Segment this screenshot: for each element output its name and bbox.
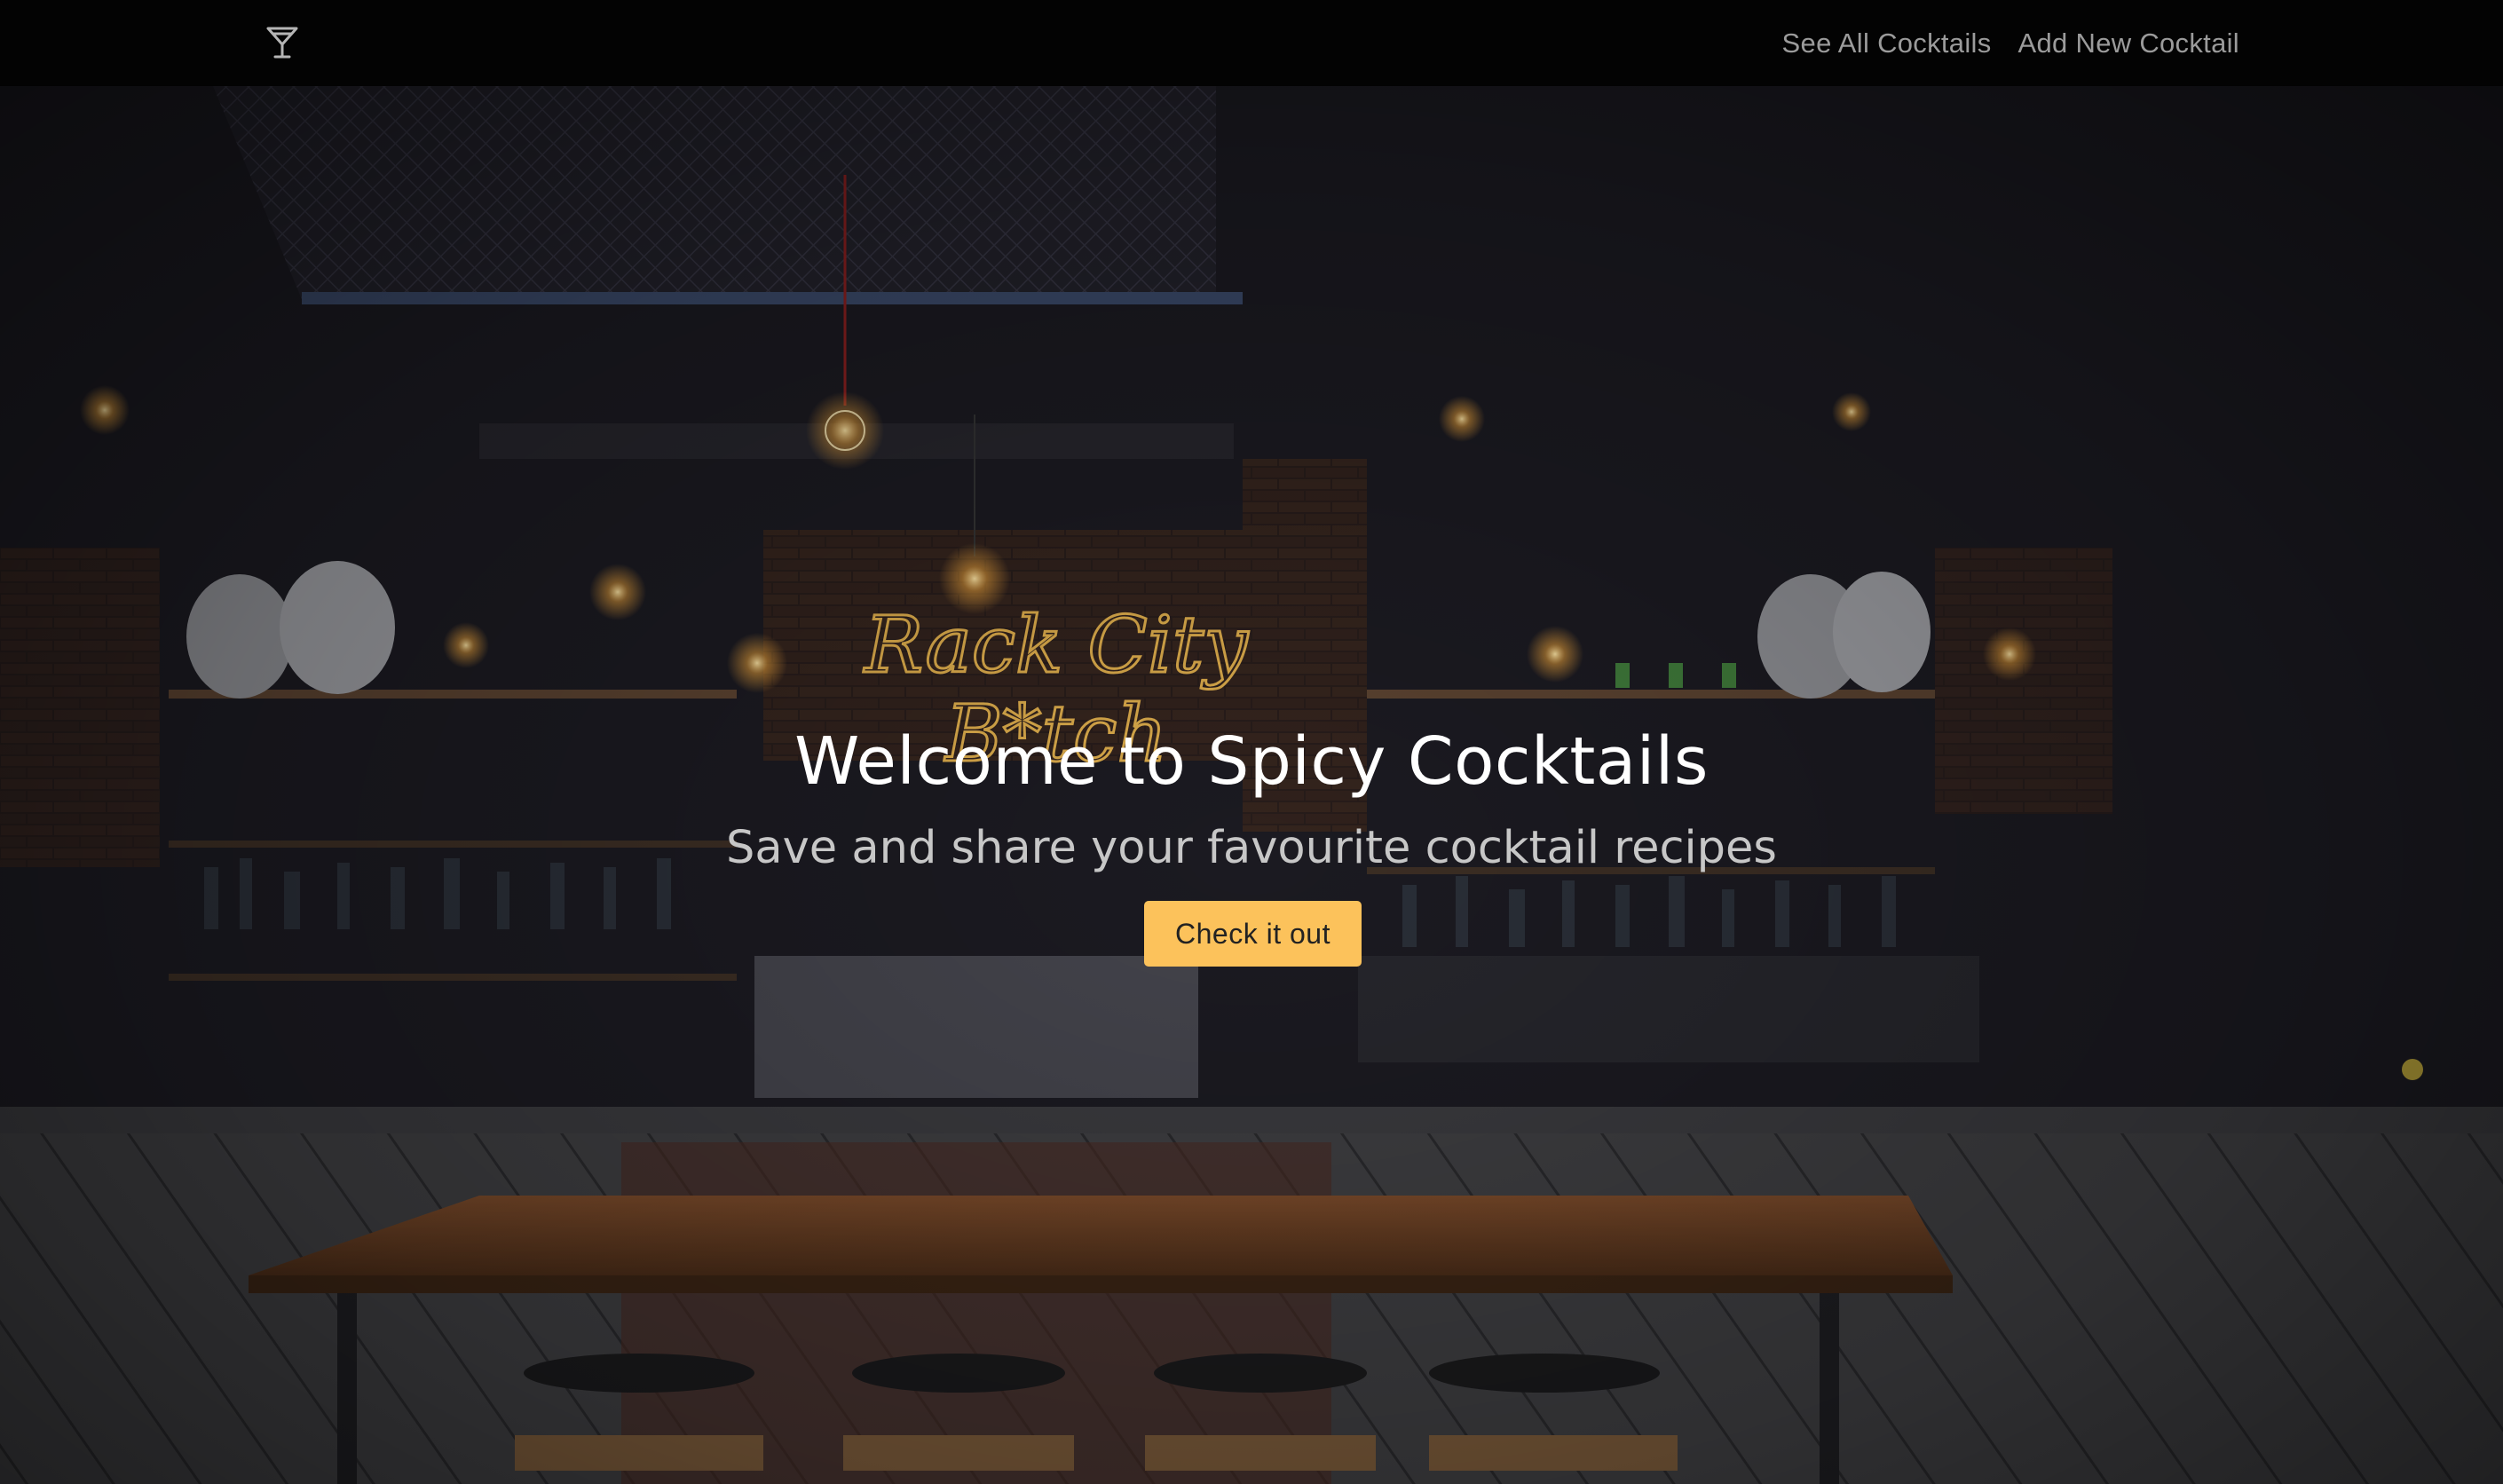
page: See All Cocktails Add New Cocktail Rack … <box>0 0 2503 1484</box>
hero-title: Welcome to Spicy Cocktails <box>794 723 1709 800</box>
cocktail-glass-icon <box>265 25 300 60</box>
hero-subtitle: Save and share your favourite cocktail r… <box>725 822 1778 874</box>
nav-see-all-cocktails-link[interactable]: See All Cocktails <box>1782 28 1992 59</box>
check-it-out-button[interactable]: Check it out <box>1144 901 1362 967</box>
home-logo-link[interactable] <box>265 25 300 60</box>
neon-sign-line1: Rack City <box>863 599 1249 691</box>
top-navbar: See All Cocktails Add New Cocktail <box>0 0 2503 86</box>
nav-links: See All Cocktails Add New Cocktail <box>1782 0 2239 86</box>
nav-add-new-cocktail-link[interactable]: Add New Cocktail <box>2018 28 2239 59</box>
